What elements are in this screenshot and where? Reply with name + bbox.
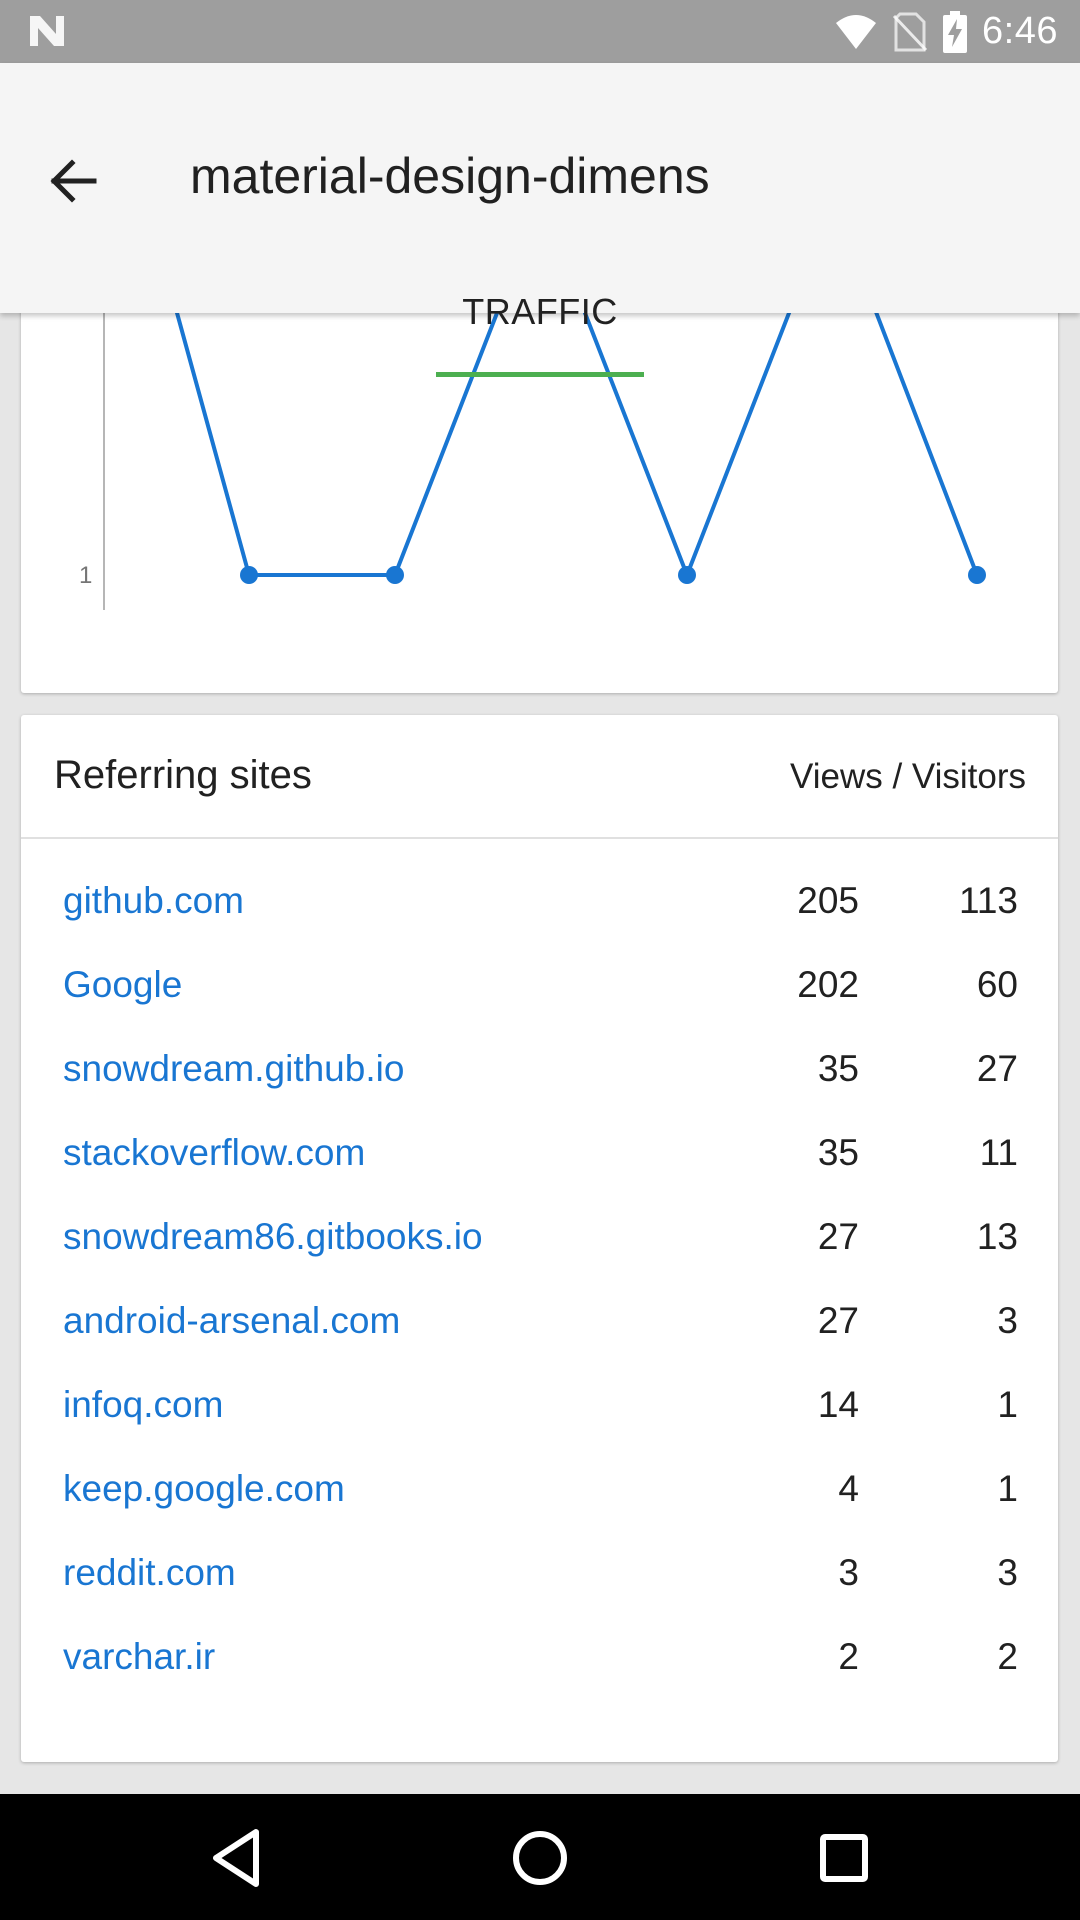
table-row: keep.google.com 4 1	[21, 1453, 1058, 1537]
views-count: 205	[797, 880, 859, 921]
views-count: 35	[817, 1132, 859, 1173]
views-visitors-label: Views / Visitors	[789, 757, 1026, 796]
table-row: snowdream86.gitbooks.io 27 13	[21, 1201, 1058, 1285]
visitors-count: 2	[997, 1636, 1018, 1677]
site-link[interactable]: github.com	[63, 880, 244, 922]
app-bar: material-design-dimens TRAFFIC	[0, 63, 1080, 377]
nav-back-button[interactable]	[196, 1818, 276, 1898]
table-row: infoq.com 14 1	[21, 1369, 1058, 1453]
table-row: stackoverflow.com 35 11	[21, 1117, 1058, 1201]
wifi-icon	[836, 14, 877, 49]
views-count: 2	[838, 1636, 859, 1677]
navigation-bar	[0, 1794, 1080, 1920]
clock: 6:46	[982, 10, 1058, 52]
visitors-count: 113	[959, 880, 1018, 921]
views-count: 202	[797, 964, 859, 1005]
data-point	[386, 566, 404, 584]
table-row: reddit.com 3 3	[21, 1537, 1058, 1621]
visitors-count: 11	[979, 1132, 1018, 1173]
visitors-count: 27	[976, 1048, 1018, 1089]
back-button[interactable]	[36, 143, 112, 219]
site-link[interactable]: snowdream86.gitbooks.io	[63, 1216, 483, 1258]
visitors-count: 13	[976, 1216, 1018, 1257]
status-bar: 6:46	[0, 0, 1080, 63]
visitors-count: 60	[976, 964, 1018, 1005]
views-count: 4	[838, 1468, 859, 1509]
page-title: material-design-dimens	[190, 148, 710, 204]
data-point	[678, 566, 696, 584]
referring-sites-title: Referring sites	[54, 753, 312, 797]
table-row: github.com 205 113	[21, 865, 1058, 949]
nav-recents-button[interactable]	[804, 1818, 884, 1898]
views-count: 3	[838, 1552, 859, 1593]
referring-sites-list: github.com 205 113 Google 202 60 snowdre…	[21, 865, 1058, 1705]
referring-sites-card: Referring sites Views / Visitors github.…	[21, 715, 1058, 1762]
site-link[interactable]: reddit.com	[63, 1552, 236, 1594]
visitors-count: 3	[997, 1552, 1018, 1593]
visitors-count: 1	[997, 1384, 1018, 1425]
home-nav-icon	[513, 1831, 567, 1885]
views-count: 14	[817, 1384, 859, 1425]
referring-sites-header: Referring sites Views / Visitors	[21, 715, 1058, 839]
battery-charging-icon	[943, 10, 968, 53]
tab-indicator	[436, 372, 644, 377]
visitors-count: 3	[997, 1300, 1018, 1341]
tab-traffic-label: TRAFFIC	[462, 291, 618, 332]
table-row: varchar.ir 2 2	[21, 1621, 1058, 1705]
data-point	[240, 566, 258, 584]
views-count: 27	[817, 1216, 859, 1257]
site-link[interactable]: keep.google.com	[63, 1468, 345, 1510]
recents-nav-icon	[820, 1834, 868, 1882]
table-row: android-arsenal.com 27 3	[21, 1285, 1058, 1369]
site-link[interactable]: android-arsenal.com	[63, 1300, 400, 1342]
views-count: 27	[817, 1300, 859, 1341]
nav-home-button[interactable]	[500, 1818, 580, 1898]
no-sim-icon	[892, 12, 928, 51]
site-link[interactable]: snowdream.github.io	[63, 1048, 404, 1090]
y-tick-label: 1	[79, 562, 92, 589]
site-link[interactable]: Google	[63, 964, 182, 1006]
site-link[interactable]: stackoverflow.com	[63, 1132, 365, 1174]
tab-traffic[interactable]: TRAFFIC	[436, 233, 644, 377]
data-point	[968, 566, 986, 584]
table-row: Google 202 60	[21, 949, 1058, 1033]
site-link[interactable]: varchar.ir	[63, 1636, 215, 1678]
table-row: snowdream.github.io 35 27	[21, 1033, 1058, 1117]
visitors-count: 1	[997, 1468, 1018, 1509]
views-count: 35	[817, 1048, 859, 1089]
arrow-back-icon	[50, 159, 97, 203]
site-link[interactable]: infoq.com	[63, 1384, 223, 1426]
back-nav-icon	[213, 1829, 259, 1887]
n-logo-icon	[30, 16, 64, 46]
